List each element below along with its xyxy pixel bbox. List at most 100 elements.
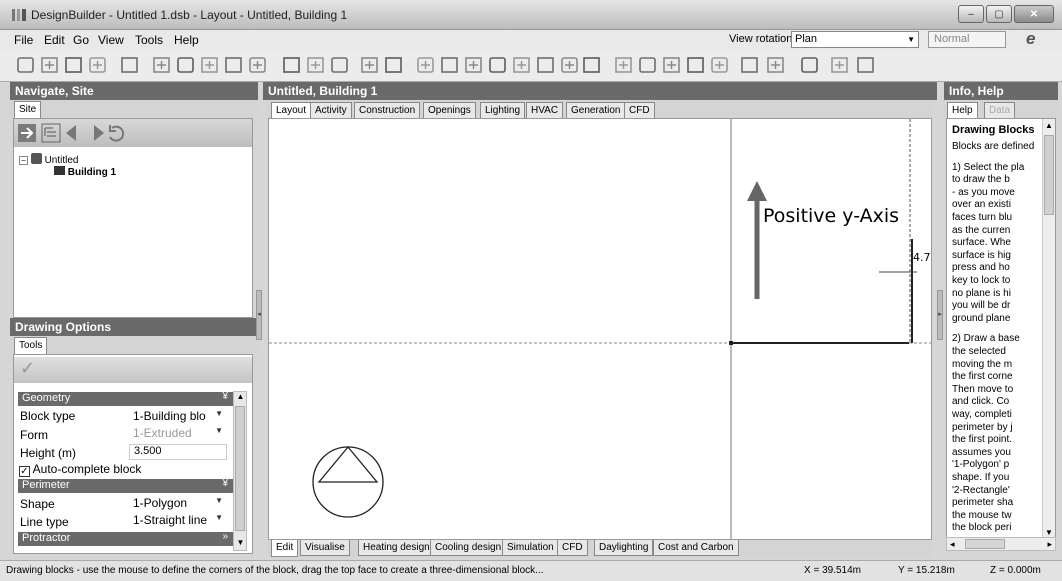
zoom-out-icon[interactable] [686, 55, 705, 75]
wand-icon[interactable] [152, 55, 171, 75]
save-icon[interactable] [64, 55, 83, 75]
search-icon[interactable] [800, 55, 819, 75]
menu-go[interactable]: Go [73, 33, 89, 47]
tab-data[interactable]: Data [984, 102, 1016, 118]
canvas-drawing[interactable] [269, 119, 931, 539]
paint-icon[interactable] [488, 55, 507, 75]
properties-scrollbar[interactable]: ▲ ▼ [233, 391, 247, 551]
refresh-icon[interactable] [109, 125, 125, 142]
tree-building[interactable]: Building 1 [54, 166, 116, 178]
scroll-down-icon[interactable]: ▼ [235, 538, 246, 550]
pointer-icon[interactable] [282, 55, 301, 75]
tab-tools[interactable]: Tools [14, 337, 48, 354]
zoom-window-icon[interactable] [710, 55, 729, 75]
form-select[interactable]: 1-Extruded ▼ [129, 426, 227, 442]
mode-field[interactable]: Normal [928, 31, 1006, 48]
collapse-chevron-icon[interactable]: ¥ [222, 478, 228, 489]
copy-icon[interactable] [248, 55, 267, 75]
tab-visualise[interactable]: Visualise [300, 540, 350, 556]
protractor-group-header[interactable]: Protractor » [18, 531, 233, 546]
fill-icon[interactable] [306, 55, 325, 75]
menu-tools[interactable]: Tools [135, 33, 163, 47]
height-field[interactable]: 3.500 [129, 444, 227, 460]
tab-heating-design[interactable]: Heating design [358, 540, 435, 556]
scroll-right-icon[interactable]: ▸ [1047, 539, 1052, 550]
tab-activity[interactable]: Activity [310, 102, 352, 118]
grid-icon[interactable] [766, 55, 785, 75]
add-block-icon[interactable] [360, 55, 379, 75]
line-type-select[interactable]: 1-Straight line ▼ [129, 513, 227, 529]
edit-icon[interactable] [120, 55, 139, 75]
help-scrollbar[interactable]: ▲ ▼ [1042, 119, 1055, 539]
zoom-object-icon[interactable] [224, 55, 243, 75]
shape-select[interactable]: 1-Polygon ▼ [129, 496, 227, 512]
scroll-up-icon[interactable]: ▲ [235, 392, 246, 404]
region-icon[interactable] [536, 55, 555, 75]
measure-icon[interactable] [440, 55, 459, 75]
collapse-chevron-icon[interactable]: ¥ [222, 391, 228, 402]
guide-icon[interactable] [464, 55, 483, 75]
tree-view-icon[interactable] [41, 123, 61, 143]
tab-construction[interactable]: Construction [354, 102, 421, 118]
scroll-left-icon[interactable]: ◂ [950, 539, 955, 550]
layers-icon[interactable] [740, 55, 759, 75]
tab-hvac[interactable]: HVAC [526, 102, 564, 118]
tab-cooling-design[interactable]: Cooling design [430, 540, 507, 556]
scroll-down-icon[interactable]: ▼ [1044, 528, 1054, 537]
menu-help[interactable]: Help [174, 33, 199, 47]
image-icon[interactable] [512, 55, 531, 75]
block-type-select[interactable]: 1-Building blo ▼ [129, 409, 227, 425]
tab-simulation[interactable]: Simulation [502, 540, 559, 556]
e-logo-icon[interactable]: e [1026, 29, 1035, 49]
open-folder-icon[interactable] [40, 55, 59, 75]
geometry-group-header[interactable]: Geometry ¥ [18, 391, 233, 406]
view-rotation-select[interactable]: Plan ▼ [791, 31, 919, 48]
tab-generation[interactable]: Generation [566, 102, 626, 118]
tab-site[interactable]: Site [14, 101, 42, 118]
tree-root[interactable]: − Untitled [19, 153, 78, 166]
left-splitter[interactable]: ◂ [256, 290, 262, 340]
add-partition-icon[interactable] [384, 55, 403, 75]
zoom-extents-icon[interactable] [662, 55, 681, 75]
component-icon[interactable] [830, 55, 849, 75]
draw-line-icon[interactable] [560, 55, 579, 75]
ruler-icon[interactable] [200, 55, 219, 75]
tab-help[interactable]: Help [947, 102, 978, 119]
tab-lighting[interactable]: Lighting [480, 102, 526, 118]
new-file-icon[interactable] [16, 55, 35, 75]
tab-openings[interactable]: Openings [423, 102, 476, 118]
zoom-in-icon[interactable] [638, 55, 657, 75]
close-button[interactable]: ✕ [1014, 5, 1054, 23]
menu-file[interactable]: File [14, 33, 33, 47]
auto-complete-checkbox[interactable]: ✓ Auto-complete block [19, 462, 141, 477]
scroll-thumb[interactable] [235, 406, 245, 531]
checkbox-checked-icon[interactable]: ✓ [19, 466, 30, 477]
corner-point[interactable] [729, 341, 733, 345]
help-horizontal-scrollbar[interactable]: ◂ ▸ [946, 537, 1056, 551]
right-splitter[interactable]: ▸ [937, 290, 943, 340]
tab-layout[interactable]: Layout [271, 102, 312, 119]
table-icon[interactable] [176, 55, 195, 75]
tab-daylighting[interactable]: Daylighting [594, 540, 654, 556]
drawing-canvas[interactable]: Positive y-Axis 4.7 [268, 118, 932, 540]
tab-cfd[interactable]: CFD [624, 102, 655, 118]
collapse-icon[interactable]: − [19, 156, 28, 165]
tab-cfd[interactable]: CFD [557, 540, 588, 556]
help-scroll-thumb[interactable] [1044, 135, 1054, 215]
expand-chevron-icon[interactable]: » [222, 531, 228, 542]
scroll-up-icon[interactable]: ▲ [1044, 121, 1054, 130]
minimize-button[interactable]: – [958, 5, 984, 23]
tab-edit[interactable]: Edit [271, 540, 299, 557]
menu-view[interactable]: View [98, 33, 124, 47]
menu-edit[interactable]: Edit [44, 33, 65, 47]
rotate-icon[interactable] [614, 55, 633, 75]
back-arrow-icon[interactable] [66, 125, 76, 141]
checkmark-icon[interactable]: ✓ [20, 358, 35, 379]
maximize-button[interactable]: ▢ [986, 5, 1012, 23]
perimeter-group-header[interactable]: Perimeter ¥ [18, 478, 233, 493]
forward-arrow-icon[interactable] [94, 125, 104, 141]
pen-icon[interactable] [330, 55, 349, 75]
dropdown-tool-icon[interactable] [416, 55, 435, 75]
section-icon[interactable] [582, 55, 601, 75]
print-icon[interactable] [88, 55, 107, 75]
